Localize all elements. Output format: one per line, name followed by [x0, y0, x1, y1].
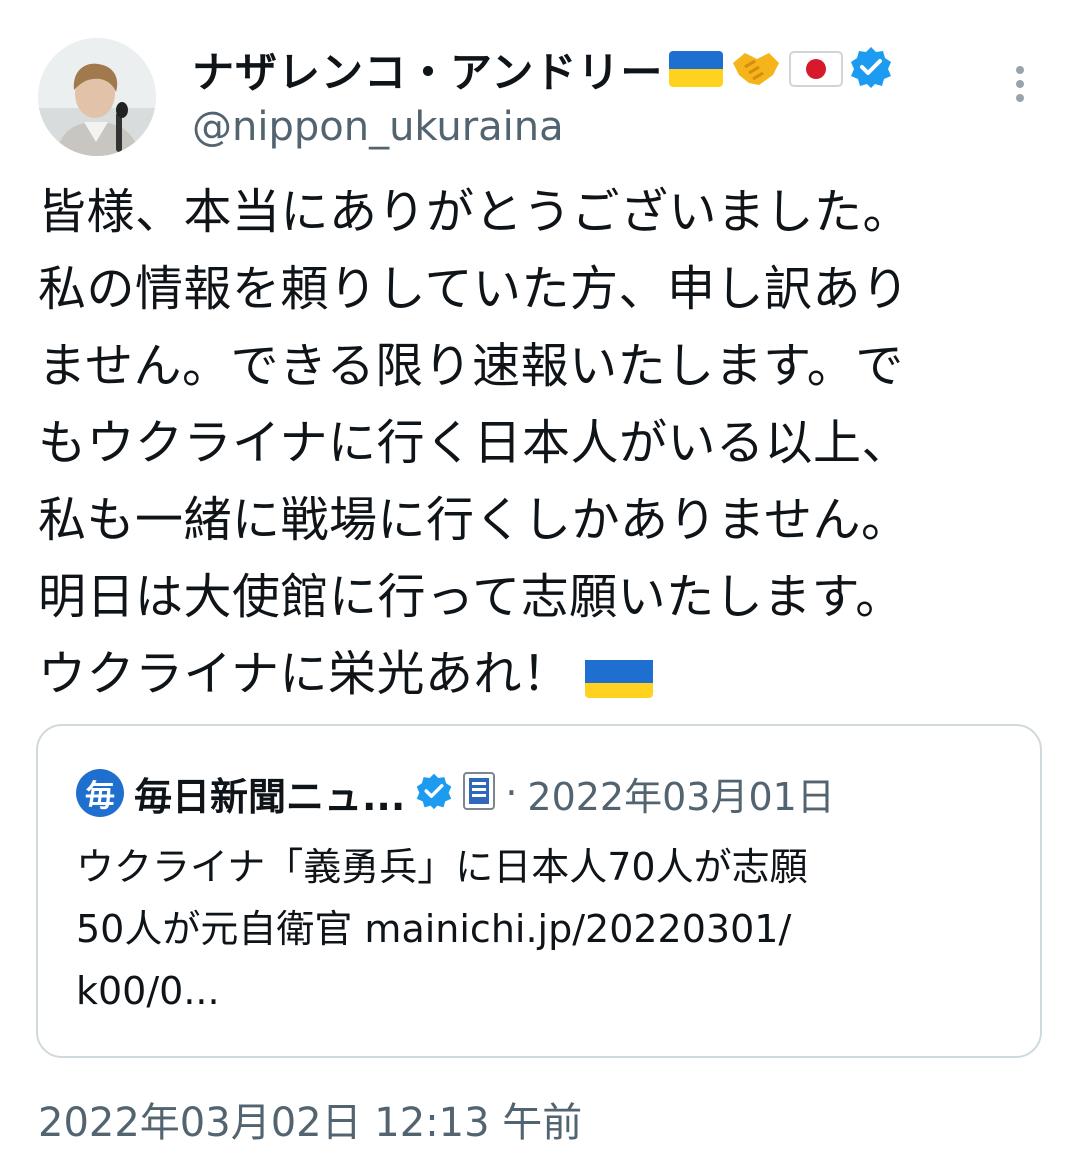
author-avatar[interactable] [38, 38, 156, 156]
tweet-line: 明日は大使館に行って志願いたします。 [38, 569, 904, 625]
tweet-line: もウクライナに行く日本人がいる以上、 [38, 415, 911, 471]
author-handle[interactable]: @nippon_ukuraina [192, 104, 564, 150]
tweet-line: 皆様、本当にありがとうございました。 [38, 184, 912, 240]
tweet-line-last: ウクライナに栄光あれ！ [38, 636, 1058, 713]
quoted-account-name: 毎日新聞ニュ... [134, 774, 406, 819]
tweet-text: 皆様、本当にありがとうございました。 私の情報を頼りしていた方、申し訳あり ませ… [38, 174, 1058, 713]
verified-badge-icon [849, 45, 893, 93]
author-display-name[interactable]: ナザレンコ・アンドリー [192, 39, 663, 100]
handshake-icon [729, 45, 783, 93]
tweet-timestamp[interactable]: 2022年03月02日 12:13 午前 [38, 1090, 582, 1148]
ukraine-flag-icon [584, 652, 653, 698]
quoted-line: ウクライナ「義勇兵」に日本人70人が志願 [76, 845, 808, 889]
tweet-line: 私の情報を頼りしていた方、申し訳あり [38, 261, 910, 317]
quoted-line: 50人が元自衛官 mainichi.jp/20220301/ [76, 907, 792, 951]
tweet-line: ません。できる限り速報いたします。で [38, 338, 904, 394]
quoted-line: k00/0... [76, 969, 220, 1013]
ukraine-flag-icon [669, 51, 724, 87]
author-name-row[interactable]: ナザレンコ・アンドリー [192, 40, 893, 98]
tweet-line: ウクライナに栄光あれ！ [38, 646, 571, 702]
verified-badge-icon [415, 772, 453, 814]
quoted-tweet-header: 毎 毎日新聞ニュ... · 2022年03月01日 [76, 766, 835, 821]
quoted-tweet-date[interactable]: 2022年03月01日 [527, 766, 834, 821]
japan-flag-icon [789, 51, 844, 87]
newspaper-badge-icon [463, 772, 496, 814]
quoted-tweet-card[interactable]: 毎 毎日新聞ニュ... · 2022年03月01日 ウクライナ「義勇兵」に日本人… [36, 724, 1042, 1058]
more-options-icon[interactable] [1010, 66, 1030, 106]
quoted-account-logo: 毎 [76, 769, 124, 817]
avatar-photo [38, 38, 156, 156]
separator-dot: · [505, 771, 518, 815]
tweet-line: 私も一緒に戦場に行くしかありません。 [38, 492, 910, 548]
quoted-tweet-text: ウクライナ「義勇兵」に日本人70人が志願 50人が元自衛官 mainichi.j… [76, 836, 1006, 1022]
